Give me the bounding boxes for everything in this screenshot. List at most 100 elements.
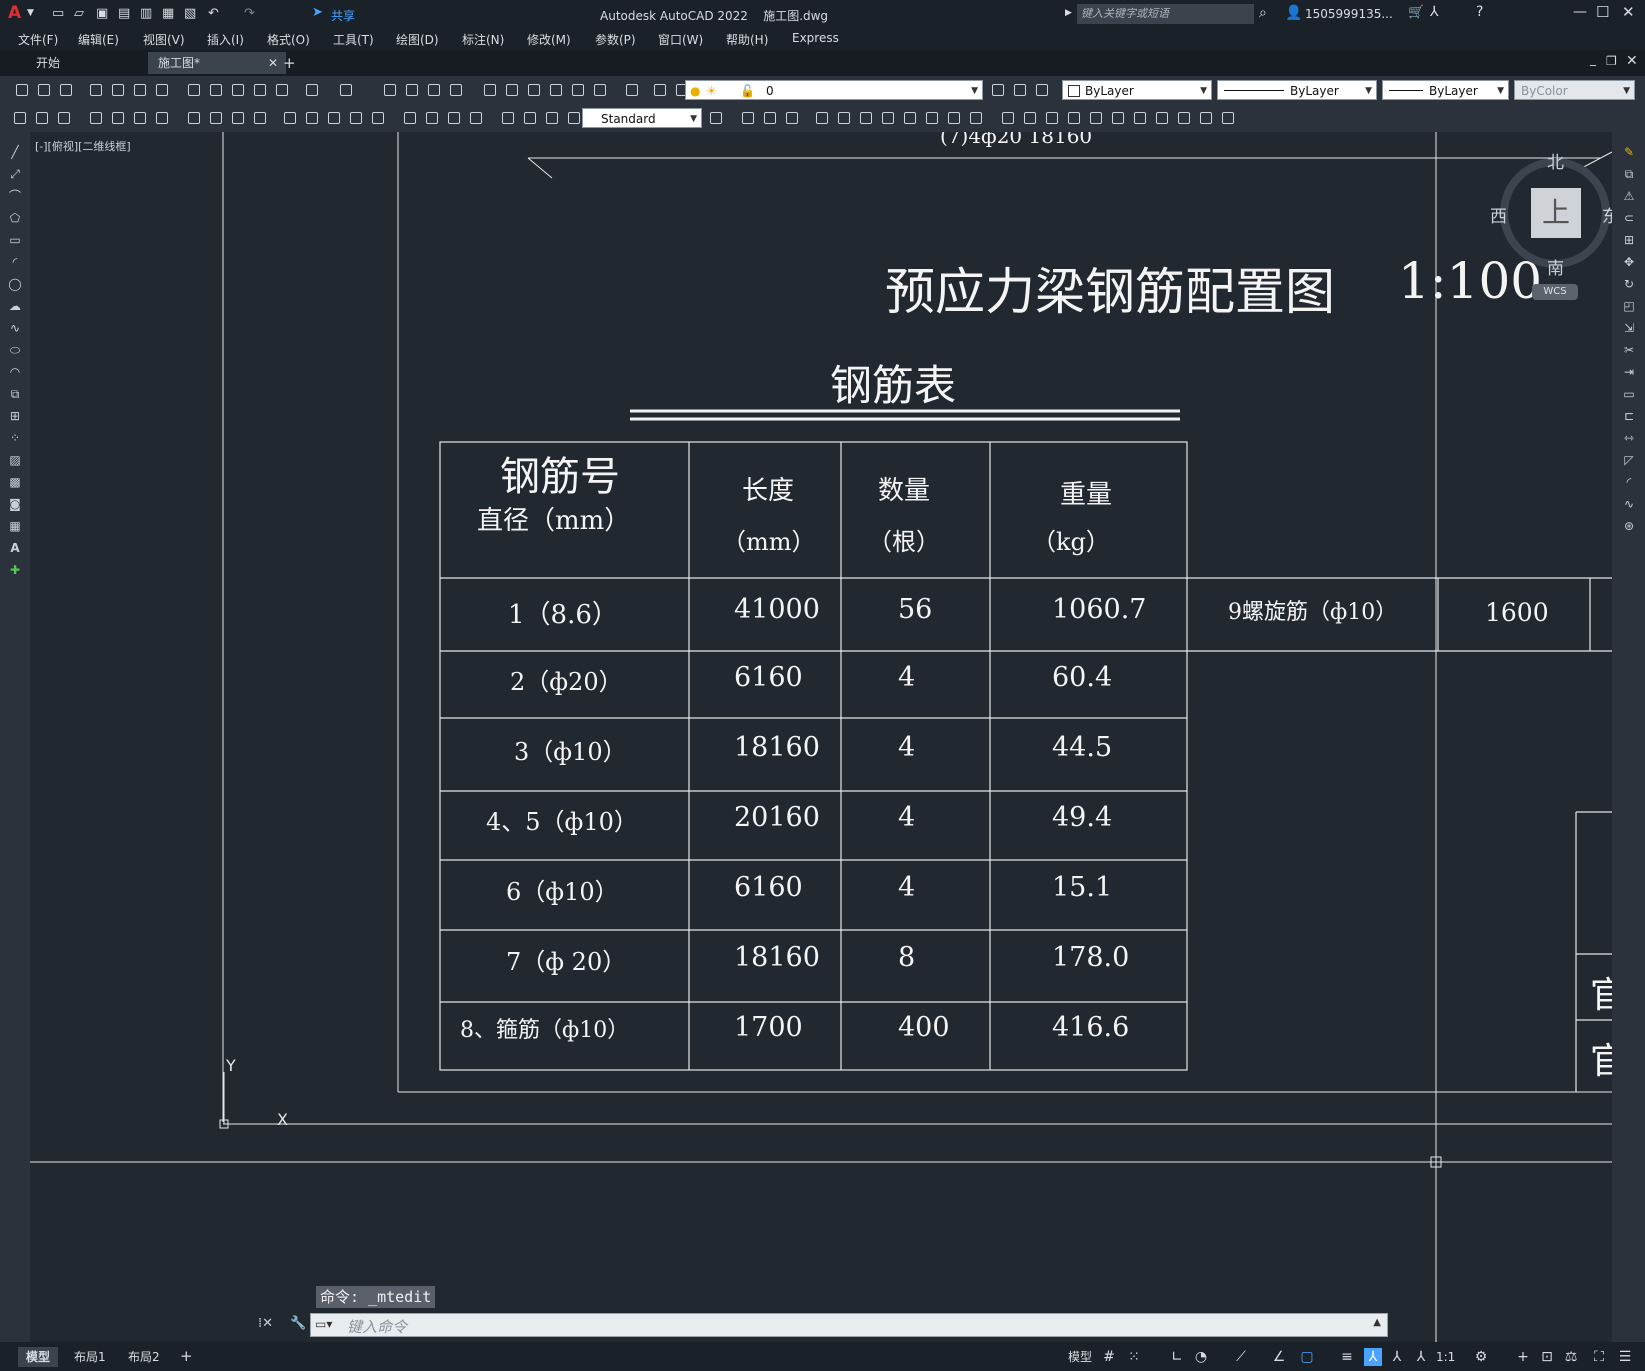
block-editor-icon[interactable]	[274, 82, 290, 98]
arc-icon[interactable]: ◜	[7, 254, 23, 270]
text-justify-icon[interactable]	[946, 110, 962, 126]
annotation-visibility-icon[interactable]: ⅄	[1364, 1348, 1382, 1366]
stretch-icon[interactable]: ⇲	[1621, 320, 1637, 336]
text-edit-icon[interactable]	[880, 110, 896, 126]
preview-icon[interactable]	[110, 82, 126, 98]
construction-line-icon[interactable]: ⤢	[7, 166, 23, 182]
dim-text-edit-icon[interactable]	[522, 110, 538, 126]
viewcube-east[interactable]: 东	[1602, 202, 1612, 227]
dim-edit-icon[interactable]	[500, 110, 516, 126]
layer-merge-icon[interactable]	[1110, 110, 1126, 126]
angular-dim-icon[interactable]	[252, 110, 268, 126]
menu-item-12[interactable]: Express	[792, 31, 839, 45]
circle-icon[interactable]: ◯	[7, 276, 23, 292]
offset-icon[interactable]: ⊂	[1621, 210, 1637, 226]
attribute-edit-icon[interactable]	[1198, 110, 1214, 126]
region-icon[interactable]: ◙	[7, 496, 23, 512]
dim-break-icon[interactable]	[370, 110, 386, 126]
trim-icon[interactable]: ✂	[1621, 342, 1637, 358]
layer-match-icon[interactable]	[1000, 110, 1016, 126]
ellipse-icon[interactable]: ⬭	[7, 342, 23, 358]
make-block-icon[interactable]: ⊞	[7, 408, 23, 424]
match-prop-icon[interactable]	[252, 82, 268, 98]
mtext-icon[interactable]: A	[7, 540, 23, 556]
remove-leader-icon[interactable]	[784, 110, 800, 126]
viewcube-south[interactable]: 南	[1547, 254, 1564, 279]
properties-icon[interactable]	[482, 82, 498, 98]
quickcalc-icon[interactable]	[592, 82, 608, 98]
break-icon[interactable]: ▭	[1621, 386, 1637, 402]
help-icon[interactable]	[624, 82, 640, 98]
undo-icon[interactable]	[304, 82, 320, 98]
menu-item-0[interactable]: 文件(F)	[18, 31, 58, 48]
new-tab-plus-icon[interactable]: +	[283, 54, 296, 72]
cmd-customize-icon[interactable]: 🔧	[290, 1316, 306, 1331]
diameter-dim-icon[interactable]	[230, 110, 246, 126]
fillet-icon[interactable]: ◜	[1621, 474, 1637, 490]
color-combo[interactable]: ByLayer ▼	[1062, 80, 1212, 100]
cart-icon[interactable]: 🛒	[1408, 5, 1424, 20]
continue-dim-icon[interactable]	[326, 110, 342, 126]
rectangle-icon[interactable]: ▭	[7, 232, 23, 248]
viewcube-top-face[interactable]: 上	[1531, 188, 1581, 238]
insert-block-icon[interactable]: ⧉	[7, 386, 23, 402]
move-icon[interactable]: ✥	[1621, 254, 1637, 270]
explode-icon[interactable]: ⊛	[1621, 518, 1637, 534]
erase-icon[interactable]: ✎	[1621, 144, 1637, 160]
autodesk-app-icon[interactable]: ⅄	[1430, 4, 1439, 20]
spline-icon[interactable]: ∿	[7, 320, 23, 336]
menu-item-9[interactable]: 参数(P)	[595, 31, 636, 48]
plotstyle-combo[interactable]: ByColor ▼	[1514, 80, 1635, 100]
cmd-grip-icon[interactable]: ⁞✕	[258, 1316, 273, 1331]
menu-item-11[interactable]: 帮助(H)	[726, 31, 768, 48]
osnap-track-icon[interactable]: ∠	[1270, 1348, 1288, 1366]
menu-item-2[interactable]: 视图(V)	[143, 31, 185, 48]
add-layout-plus-icon[interactable]: +	[180, 1347, 193, 1365]
layout-tab-2[interactable]: 布局2	[120, 1347, 168, 1367]
workspace-gear-icon[interactable]: ⚙	[1472, 1348, 1490, 1366]
leader-style-icon[interactable]	[858, 110, 874, 126]
layer-lock-icon[interactable]	[1066, 110, 1082, 126]
paste-icon[interactable]	[230, 82, 246, 98]
rotate-icon[interactable]: ↻	[1621, 276, 1637, 292]
viewcube[interactable]: 北 西 东 南 上 WCS	[1470, 153, 1612, 300]
polyline-icon[interactable]: ⌒	[7, 188, 23, 204]
linear-dim-icon[interactable]	[88, 110, 104, 126]
dim-style-manager-icon[interactable]	[708, 110, 724, 126]
center-mark-icon[interactable]	[424, 110, 440, 126]
radius-dim-icon[interactable]	[186, 110, 202, 126]
lineweight-display-icon[interactable]: ≡	[1338, 1348, 1356, 1366]
doc-restore-icon[interactable]: ❐	[1606, 54, 1617, 68]
copy-icon[interactable]	[208, 82, 224, 98]
zoom-realtime-icon[interactable]	[404, 82, 420, 98]
menu-item-7[interactable]: 标注(N)	[462, 31, 504, 48]
save-icon[interactable]: ▣	[96, 6, 108, 21]
point-icon[interactable]: ⁘	[7, 430, 23, 446]
tool-palettes-icon[interactable]	[526, 82, 542, 98]
search-expand-icon[interactable]: ▶	[1065, 8, 1072, 18]
dim-style-icon[interactable]	[566, 110, 582, 126]
annotation-scale-icon[interactable]: ⅄	[1412, 1348, 1430, 1366]
layer-props-icon[interactable]	[652, 82, 668, 98]
dim-space-icon[interactable]	[348, 110, 364, 126]
lineweight-combo[interactable]: ByLayer ▼	[1382, 80, 1509, 100]
ortho-icon[interactable]: ∟	[1168, 1348, 1186, 1366]
app-logo[interactable]: A	[8, 3, 21, 23]
layer-off-icon[interactable]	[56, 110, 72, 126]
plot-icon[interactable]: ▧	[184, 6, 196, 21]
clean-screen-icon[interactable]: ⛶	[1590, 1348, 1608, 1366]
units-icon[interactable]: ⊡	[1538, 1348, 1556, 1366]
dim-update-icon[interactable]	[544, 110, 560, 126]
publish-icon[interactable]	[132, 82, 148, 98]
maximize-icon[interactable]: ☐	[1596, 3, 1609, 21]
text-scale-icon[interactable]	[924, 110, 940, 126]
publish-icon[interactable]: ▥	[140, 6, 152, 21]
open-file-icon[interactable]: ▱	[74, 6, 84, 21]
cmd-prompt-icon[interactable]: ▭▾	[315, 1317, 332, 1331]
layout-tab-model[interactable]: 模型	[18, 1347, 59, 1367]
add-leader-icon[interactable]	[762, 110, 778, 126]
make-current-icon[interactable]	[990, 82, 1006, 98]
search-icon[interactable]: ⌕	[1259, 5, 1267, 21]
text-style-combo[interactable]: Standard ▼	[582, 108, 702, 128]
copy-icon[interactable]: ⧉	[1621, 166, 1637, 182]
